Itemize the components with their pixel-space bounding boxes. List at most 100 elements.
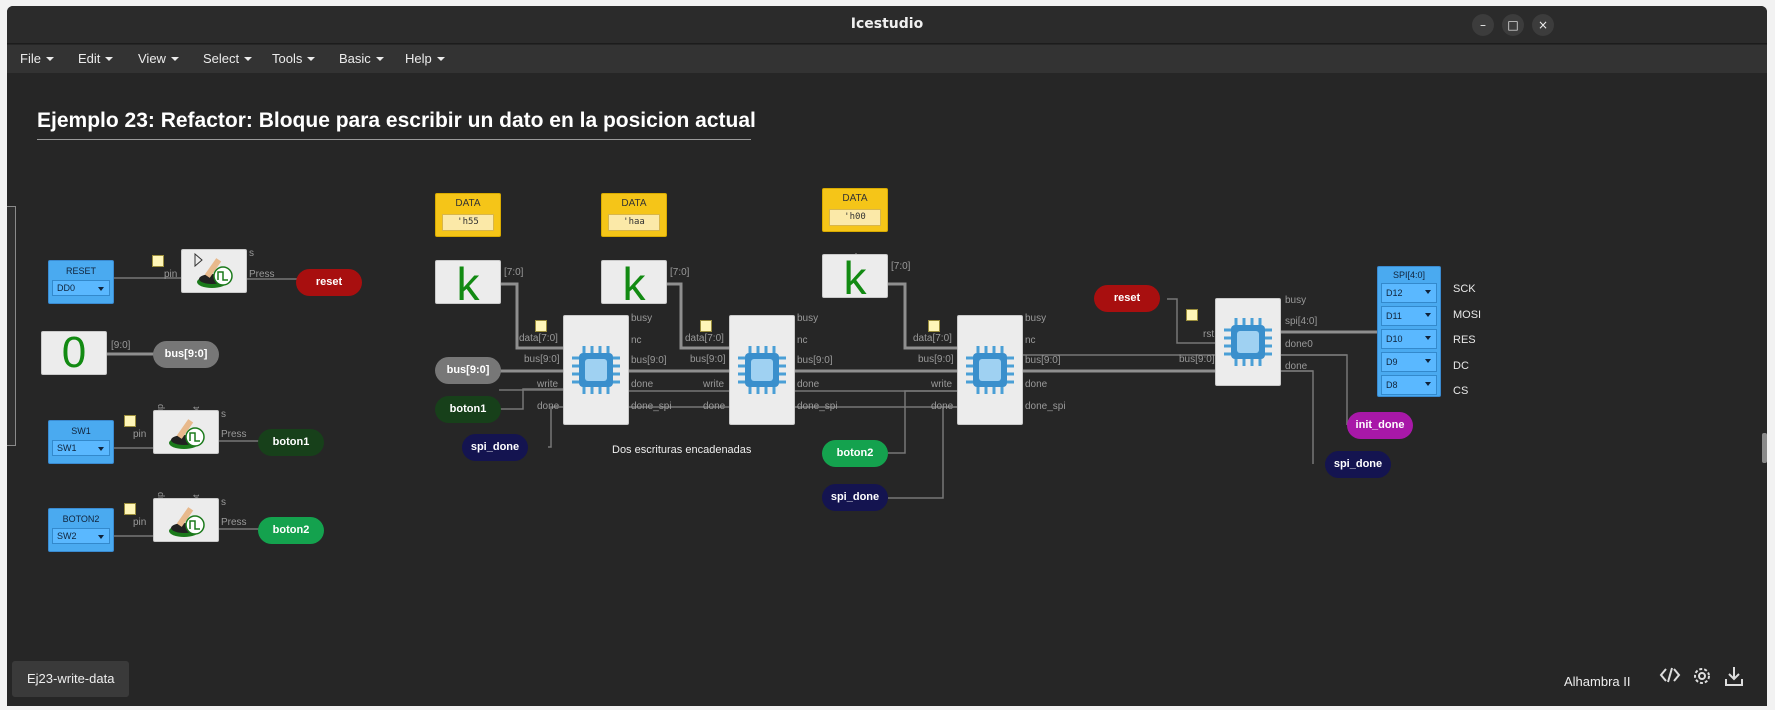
data-param-2[interactable]: DATA 'haa <box>601 193 667 237</box>
port-s: s <box>221 409 226 420</box>
port-range: [7:0] <box>504 267 524 278</box>
clock-input <box>1186 309 1198 321</box>
port-done: done <box>703 401 726 412</box>
chip-icon <box>966 346 1014 394</box>
output-spi[interactable]: SPI[4:0] D12 D11 D10 D9 D8 <box>1377 266 1441 397</box>
menu-basic[interactable]: Basic <box>339 51 384 66</box>
port-press: Press <box>221 429 247 440</box>
label-reset[interactable]: reset <box>1094 285 1160 312</box>
push-button-icon <box>169 507 205 537</box>
port-done: done <box>537 401 560 412</box>
input-reset[interactable]: RESET DD0 <box>48 260 114 304</box>
port-busy: busy <box>631 313 653 324</box>
label-reset[interactable]: reset <box>296 269 362 296</box>
port-press: Press <box>249 269 275 280</box>
input-reset-label: RESET <box>65 266 96 276</box>
menu-file[interactable]: File <box>20 51 54 66</box>
label-bus[interactable]: bus[9:0] <box>153 341 219 368</box>
write-data-block[interactable] <box>729 315 795 425</box>
port-done: done <box>631 379 654 390</box>
input-boton2[interactable]: BOTON2 SW2 <box>48 508 114 552</box>
label-boton2[interactable]: boton2 <box>258 517 324 544</box>
chip-icon <box>1224 318 1272 366</box>
label-init-done[interactable]: init_done <box>1347 412 1413 439</box>
chip-icon <box>572 346 620 394</box>
input-boton2-pin[interactable]: SW2 <box>52 528 110 544</box>
label-bus[interactable]: bus[9:0] <box>435 357 501 384</box>
port-bus-out: bus[9:0] <box>631 355 667 366</box>
label-boton1[interactable]: boton1 <box>258 429 324 456</box>
data-param-3[interactable]: DATA 'h00 <box>822 188 888 232</box>
spi-pin-name: RES <box>1453 334 1476 346</box>
port-done-spi: done_spi <box>631 401 672 412</box>
code-icon[interactable] <box>1656 665 1684 693</box>
menu-tools[interactable]: Tools <box>272 51 315 66</box>
label-spi-done[interactable]: spi_done <box>1325 451 1391 478</box>
button-block[interactable] <box>153 498 219 542</box>
output-spi-pin[interactable]: D10 <box>1381 329 1437 349</box>
port-done: done <box>797 379 820 390</box>
output-spi-pin[interactable]: D8 <box>1381 375 1437 395</box>
port-done: done <box>931 401 954 412</box>
menu-view[interactable]: View <box>138 51 179 66</box>
port-busy: busy <box>1285 295 1307 306</box>
port-done-spi: done_spi <box>1025 401 1066 412</box>
port-press: Press <box>221 517 247 528</box>
port-spi: spi[4:0] <box>1285 316 1318 327</box>
input-sw1-pin[interactable]: SW1 <box>52 440 110 456</box>
data-param-1[interactable]: DATA 'h55 <box>435 193 501 237</box>
status-bar: Ej23-write-data Alhambra II <box>7 655 1767 706</box>
board-name[interactable]: Alhambra II <box>1564 674 1630 689</box>
port-done: done <box>1285 361 1308 372</box>
menu-select[interactable]: Select <box>203 51 252 66</box>
label-boton2[interactable]: boton2 <box>822 440 888 467</box>
design-canvas[interactable]: Ejemplo 23: Refactor: Bloque para escrib… <box>7 73 1767 655</box>
port-bus-out: bus[9:0] <box>797 355 833 366</box>
port-range: [7:0] <box>670 267 690 278</box>
port-data: data[7:0] <box>913 333 952 344</box>
display-driver-block[interactable] <box>1215 298 1281 386</box>
constant-block[interactable]: 0 <box>41 331 107 375</box>
data-param-value[interactable]: 'h55 <box>442 214 494 231</box>
constant-k-block[interactable]: k <box>822 254 888 301</box>
data-param-label: DATA <box>455 198 481 209</box>
write-data-block[interactable] <box>957 315 1023 425</box>
port-write: write <box>537 379 559 390</box>
port-write: write <box>931 379 953 390</box>
input-reset-pin[interactable]: DD0 <box>52 280 110 296</box>
spi-pin-name: MOSI <box>1453 309 1482 321</box>
port-pin: pin <box>133 429 147 440</box>
title-underline <box>37 139 751 140</box>
clock-input <box>152 255 164 267</box>
clock-input <box>124 415 136 427</box>
constant-k-block[interactable]: k <box>435 260 501 307</box>
chip-icon <box>738 346 786 394</box>
data-param-label: DATA <box>621 198 647 209</box>
port-done-spi: done_spi <box>797 401 838 412</box>
menu-edit[interactable]: Edit <box>78 51 113 66</box>
input-sw1[interactable]: SW1 SW1 <box>48 420 114 464</box>
minimize-button[interactable]: – <box>1472 14 1494 36</box>
output-spi-pin[interactable]: D9 <box>1381 352 1437 372</box>
data-param-label: DATA <box>842 193 868 204</box>
settings-icon[interactable] <box>1688 665 1716 693</box>
port-bus-in: bus[9:0] <box>690 354 726 365</box>
button-block[interactable] <box>181 249 247 293</box>
download-icon[interactable] <box>1720 665 1748 693</box>
maximize-button[interactable]: □ <box>1502 14 1524 36</box>
output-spi-pin[interactable]: D12 <box>1381 283 1437 303</box>
data-param-value[interactable]: 'h00 <box>829 209 881 226</box>
write-data-block[interactable] <box>563 315 629 425</box>
label-boton1[interactable]: boton1 <box>435 396 501 423</box>
port-nc: nc <box>1025 335 1036 346</box>
data-param-value[interactable]: 'haa <box>608 214 660 231</box>
clock-input <box>928 320 940 332</box>
button-block[interactable] <box>153 410 219 454</box>
output-spi-pin[interactable]: D11 <box>1381 306 1437 326</box>
file-tab[interactable]: Ej23-write-data <box>12 661 130 697</box>
constant-k-block[interactable]: k <box>601 260 667 307</box>
menu-help[interactable]: Help <box>405 51 445 66</box>
label-spi-done[interactable]: spi_done <box>462 434 528 461</box>
label-spi-done[interactable]: spi_done <box>822 484 888 511</box>
close-button[interactable]: × <box>1532 14 1554 36</box>
